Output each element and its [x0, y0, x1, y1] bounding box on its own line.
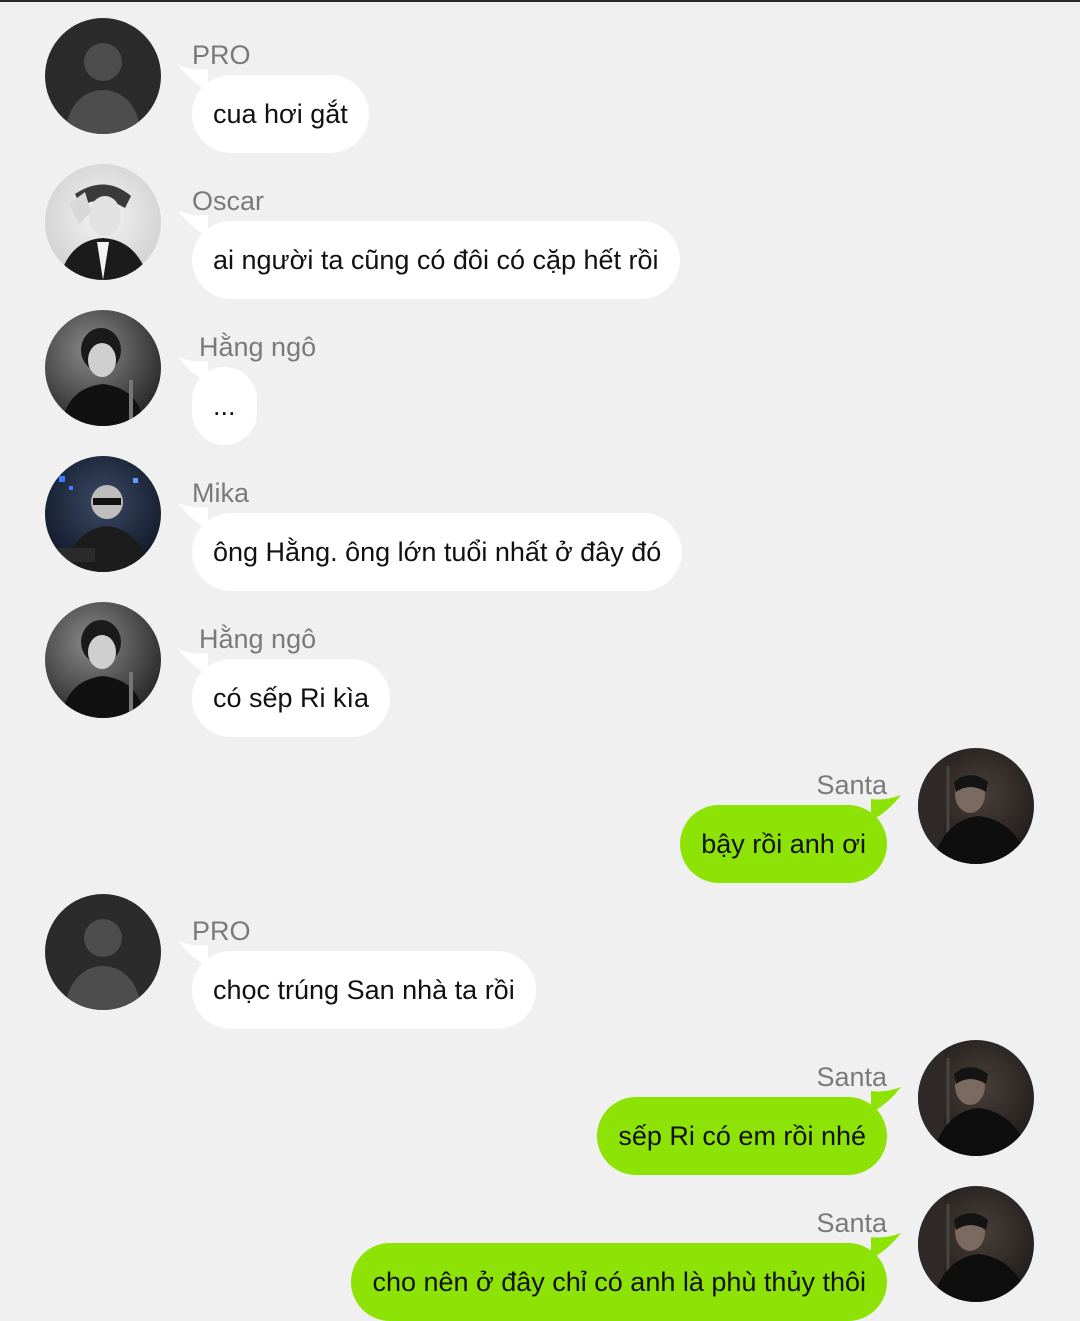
sender-name: Hằng ngô [199, 332, 317, 362]
default-avatar-icon[interactable] [45, 894, 161, 1010]
message-bubble[interactable]: chọc trúng San nhà ta rồi [192, 951, 536, 1029]
santa-avatar[interactable] [918, 748, 1034, 864]
sender-name: Hằng ngô [199, 624, 317, 654]
message-bubble[interactable]: ai người ta cũng có đôi có cặp hết rồi [192, 221, 680, 299]
message-bubble[interactable]: bậy rồi anh ơi [680, 805, 887, 883]
hang-ngo-avatar[interactable] [45, 602, 161, 718]
mika-avatar[interactable] [45, 456, 161, 572]
hang-ngo-avatar[interactable] [45, 310, 161, 426]
message-bubble[interactable]: sếp Ri có em rồi nhé [597, 1097, 887, 1175]
santa-avatar[interactable] [918, 1186, 1034, 1302]
message-bubble[interactable]: ông Hằng. ông lớn tuổi nhất ở đây đó [192, 513, 683, 591]
default-avatar-icon[interactable] [45, 18, 161, 134]
message-bubble[interactable]: cua hơi gắt [192, 75, 369, 153]
oscar-avatar[interactable] [45, 164, 161, 280]
message-bubble[interactable]: có sếp Ri kìa [192, 659, 391, 737]
message-bubble[interactable]: ... [192, 367, 257, 445]
message-bubble[interactable]: cho nên ở đây chỉ có anh là phù thủy thô… [351, 1243, 887, 1321]
santa-avatar[interactable] [918, 1040, 1034, 1156]
top-divider [0, 0, 1080, 2]
